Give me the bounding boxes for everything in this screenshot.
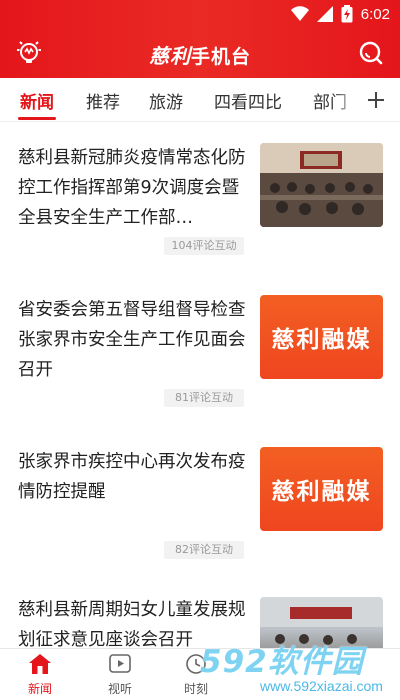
app-title-suffix: 手机台 bbox=[190, 46, 251, 68]
nav-media-label: 视听 bbox=[107, 682, 132, 696]
news-item[interactable]: 省安委会第五督导组督导检查张家界市安全生产工作见面会召开 慈利融媒 81评论互动 bbox=[0, 275, 400, 425]
plus-icon bbox=[368, 92, 384, 108]
nav-news-label: 新闻 bbox=[27, 682, 52, 696]
news-item[interactable]: 慈利县新冠肺炎疫情常态化防控工作指挥部第9次调度会暨全县安全生产工作部… 104… bbox=[0, 123, 400, 273]
nav-media[interactable]: 视听 bbox=[90, 653, 150, 697]
tab-recommend[interactable]: 推荐 bbox=[86, 88, 120, 113]
tab-news[interactable]: 新闻 bbox=[20, 88, 54, 113]
news-item[interactable]: 张家界市疾控中心再次发布疫情防控提醒 慈利融媒 82评论互动 bbox=[0, 427, 400, 577]
comment-count: 104评论互动 bbox=[164, 237, 244, 255]
active-tab-indicator bbox=[18, 117, 56, 120]
play-icon bbox=[109, 654, 131, 673]
wifi-icon bbox=[290, 6, 309, 21]
news-headline[interactable]: 慈利县新冠肺炎疫情常态化防控工作指挥部第9次调度会暨全县安全生产工作部… bbox=[18, 143, 248, 233]
tab-fade bbox=[332, 78, 362, 121]
tab-four-looks[interactable]: 四看四比 bbox=[214, 88, 282, 113]
news-thumbnail[interactable]: 慈利融媒 bbox=[260, 447, 383, 531]
battery-icon bbox=[341, 5, 353, 23]
news-thumbnail[interactable]: 慈利融媒 bbox=[260, 295, 383, 379]
watermark-brand: 592软件园 bbox=[200, 644, 364, 680]
search-icon bbox=[359, 41, 383, 65]
status-bar: 6:02 bbox=[0, 0, 400, 28]
news-thumbnail[interactable] bbox=[260, 143, 383, 227]
search-button[interactable] bbox=[356, 38, 386, 68]
signal-icon bbox=[316, 6, 333, 22]
meeting-photo-image bbox=[260, 143, 383, 227]
app-title-brand: 慈利 bbox=[148, 44, 191, 68]
top-bar: 6:02 慈利手机台 bbox=[0, 0, 400, 78]
app-header: 慈利手机台 bbox=[0, 28, 400, 78]
news-headline[interactable]: 省安委会第五督导组督导检查张家界市安全生产工作见面会召开 bbox=[18, 295, 248, 385]
home-icon bbox=[29, 654, 51, 674]
watermark: 592软件园 www.592xiazai.com bbox=[196, 636, 400, 700]
thumbnail-brand-text: 慈利融媒 bbox=[271, 478, 372, 505]
nav-news[interactable]: 新闻 bbox=[10, 653, 70, 697]
app-title: 慈利手机台 bbox=[0, 40, 400, 69]
tab-travel[interactable]: 旅游 bbox=[149, 88, 183, 113]
watermark-url: www.592xiazai.com bbox=[260, 678, 383, 694]
category-tabs: 新闻 推荐 旅游 四看四比 部门 bbox=[0, 78, 400, 122]
add-channel-button[interactable] bbox=[362, 84, 390, 114]
thumbnail-brand-text: 慈利融媒 bbox=[271, 326, 372, 353]
comment-count: 82评论互动 bbox=[164, 541, 244, 559]
news-headline[interactable]: 张家界市疾控中心再次发布疫情防控提醒 bbox=[18, 447, 248, 507]
app-screen: 6:02 慈利手机台 新闻 推荐 旅游 四看四比 部门 慈利县新冠肺炎疫情常态化… bbox=[0, 0, 400, 700]
comment-count: 81评论互动 bbox=[164, 389, 244, 407]
status-time: 6:02 bbox=[360, 5, 390, 23]
